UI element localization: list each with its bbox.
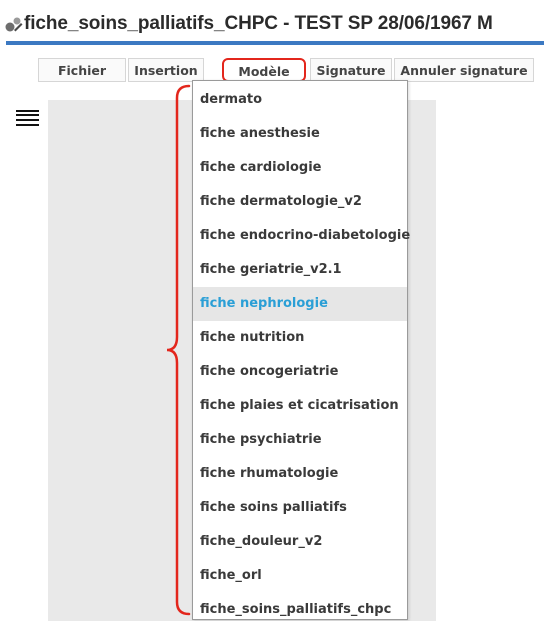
dropdown-item-orl[interactable]: fiche_orl [193, 559, 407, 593]
dropdown-item-geriatrie-v2-1[interactable]: fiche geriatrie_v2.1 [193, 253, 407, 287]
menu-modele[interactable]: Modèle [222, 58, 306, 82]
dropdown-item-plaies-cicatrisation[interactable]: fiche plaies et cicatrisation [193, 389, 407, 423]
window-title-bar: fiche_soins_palliatifs_CHPC - TEST SP 28… [0, 0, 550, 48]
document-side-panel [436, 100, 550, 621]
menu-insertion[interactable]: Insertion [128, 58, 204, 82]
title-underline [6, 41, 544, 45]
dropdown-item-dermatologie-v2[interactable]: fiche dermatologie_v2 [193, 185, 407, 219]
dropdown-item-soins-palliatifs[interactable]: fiche soins palliatifs [193, 491, 407, 525]
dropdown-item-soins-palliatifs-chpc[interactable]: fiche_soins_palliatifs_chpc [193, 593, 407, 621]
dropdown-item-nephrologie[interactable]: fiche nephrologie [193, 287, 407, 321]
menu-signature[interactable]: Signature [310, 58, 392, 82]
dropdown-item-rhumatologie[interactable]: fiche rhumatologie [193, 457, 407, 491]
dropdown-item-psychiatrie[interactable]: fiche psychiatrie [193, 423, 407, 457]
menu-fichier[interactable]: Fichier [38, 58, 126, 82]
menu-annuler-signature[interactable]: Annuler signature [394, 58, 534, 82]
dropdown-item-douleur-v2[interactable]: fiche_douleur_v2 [193, 525, 407, 559]
dropdown-item-cardiologie[interactable]: fiche cardiologie [193, 151, 407, 185]
dropdown-item-endocrino-diabetologie[interactable]: fiche endocrino-diabetologie [193, 219, 410, 253]
annotation-brace [166, 84, 191, 616]
hamburger-menu-icon[interactable] [16, 110, 39, 126]
window-title: fiche_soins_palliatifs_CHPC - TEST SP 28… [24, 13, 493, 34]
dropdown-item-nutrition[interactable]: fiche nutrition [193, 321, 407, 355]
document-edit-icon [5, 17, 23, 32]
dropdown-item-dermato[interactable]: dermato [193, 83, 407, 117]
dropdown-item-anesthesie[interactable]: fiche anesthesie [193, 117, 407, 151]
dropdown-item-oncogeriatrie[interactable]: fiche oncogeriatrie [193, 355, 407, 389]
modele-dropdown: dermato fiche anesthesie fiche cardiolog… [192, 80, 410, 621]
